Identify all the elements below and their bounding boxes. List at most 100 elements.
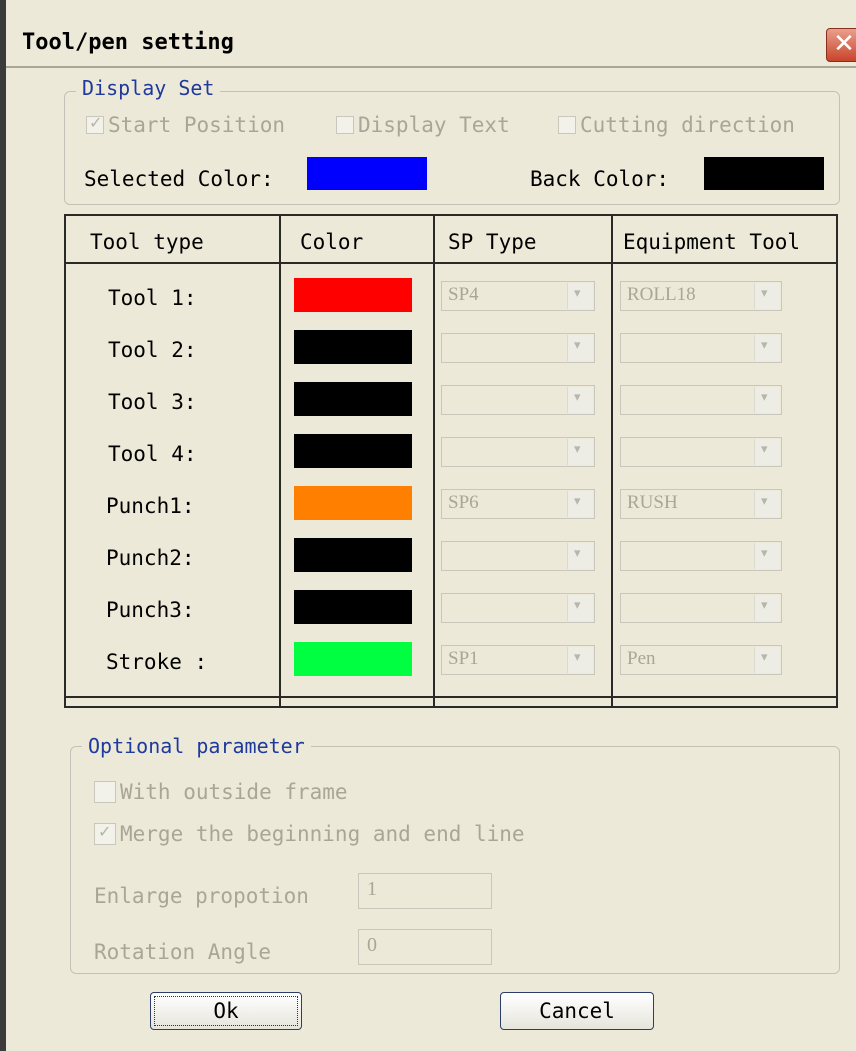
tool-row-label: Punch2: bbox=[106, 546, 195, 570]
dropdown-arrow-button[interactable]: ▾ bbox=[754, 543, 780, 569]
cancel-label: Cancel bbox=[539, 999, 615, 1023]
close-button[interactable]: ✕ bbox=[826, 28, 856, 62]
equipment-tool-combo[interactable]: Pen ▾ bbox=[620, 645, 782, 675]
cancel-button[interactable]: Cancel bbox=[500, 992, 654, 1030]
tool-row-label: Tool 1: bbox=[108, 286, 197, 310]
back-color-label: Back Color: bbox=[530, 167, 670, 191]
tool-color-swatch[interactable] bbox=[294, 434, 412, 468]
enlarge-proportion-label: Enlarge propotion bbox=[94, 884, 309, 908]
optional-parameter-legend: Optional parameter bbox=[82, 734, 311, 758]
table-header-divider bbox=[66, 262, 836, 264]
chevron-down-icon: ▾ bbox=[574, 286, 581, 301]
equipment-tool-combo[interactable]: ▾ bbox=[620, 593, 782, 623]
display-text-label: Display Text bbox=[358, 113, 510, 137]
tool-color-swatch[interactable] bbox=[294, 590, 412, 624]
dropdown-arrow-button[interactable]: ▾ bbox=[567, 595, 593, 621]
dropdown-arrow-button[interactable]: ▾ bbox=[754, 491, 780, 517]
outside-frame-check-box[interactable] bbox=[94, 781, 116, 803]
checkmark-icon: ✓ bbox=[89, 113, 103, 132]
chevron-down-icon: ▾ bbox=[761, 286, 768, 301]
tool-color-swatch[interactable] bbox=[294, 330, 412, 364]
tool-color-swatch[interactable] bbox=[294, 486, 412, 520]
merge-lines-label: Merge the beginning and end line bbox=[120, 822, 525, 846]
chevron-down-icon: ▾ bbox=[574, 546, 581, 561]
equipment-tool-combo-value: Pen bbox=[627, 648, 656, 669]
start-position-check-box[interactable]: ✓ bbox=[86, 113, 104, 134]
ok-button[interactable]: Ok bbox=[150, 992, 302, 1030]
tool-pen-setting-dialog: Tool/pen setting ✕ Display Set ✓ Start P… bbox=[0, 0, 856, 1051]
chevron-down-icon: ▾ bbox=[574, 338, 581, 353]
outside-frame-label: With outside frame bbox=[120, 780, 348, 804]
sp-type-combo[interactable]: SP4 ▾ bbox=[441, 281, 595, 311]
equipment-tool-combo[interactable]: ▾ bbox=[620, 541, 782, 571]
equipment-tool-combo[interactable]: ▾ bbox=[620, 333, 782, 363]
dropdown-arrow-button[interactable]: ▾ bbox=[754, 283, 780, 309]
sp-type-combo[interactable]: ▾ bbox=[441, 437, 595, 467]
sp-type-combo[interactable]: ▾ bbox=[441, 541, 595, 571]
merge-lines-checkbox[interactable]: ✓ Merge the beginning and end line bbox=[94, 822, 525, 846]
equipment-tool-combo[interactable]: ROLL18 ▾ bbox=[620, 281, 782, 311]
sp-type-combo[interactable]: ▾ bbox=[441, 593, 595, 623]
tool-row-label: Stroke : bbox=[106, 650, 208, 674]
equipment-tool-combo[interactable]: ▾ bbox=[620, 385, 782, 415]
table-bottom-divider bbox=[66, 696, 836, 698]
dropdown-arrow-button[interactable]: ▾ bbox=[567, 491, 593, 517]
selected-color-label: Selected Color: bbox=[84, 167, 274, 191]
tool-row-label: Tool 2: bbox=[108, 338, 197, 362]
start-position-checkbox[interactable]: ✓ Start Position bbox=[86, 113, 285, 137]
selected-color-swatch[interactable] bbox=[307, 157, 427, 190]
tool-row-label: Punch3: bbox=[106, 598, 195, 622]
dropdown-arrow-button[interactable]: ▾ bbox=[754, 335, 780, 361]
rotation-angle-value: 0 bbox=[367, 934, 377, 956]
sp-type-combo[interactable]: SP6 ▾ bbox=[441, 489, 595, 519]
header-tool-type: Tool type bbox=[90, 230, 204, 254]
dropdown-arrow-button[interactable]: ▾ bbox=[754, 595, 780, 621]
dropdown-arrow-button[interactable]: ▾ bbox=[567, 283, 593, 309]
chevron-down-icon: ▾ bbox=[574, 390, 581, 405]
dropdown-arrow-button[interactable]: ▾ bbox=[567, 439, 593, 465]
cutting-direction-check-box[interactable] bbox=[558, 116, 576, 134]
dropdown-arrow-button[interactable]: ▾ bbox=[567, 647, 593, 673]
rotation-angle-input[interactable]: 0 bbox=[358, 929, 492, 965]
equipment-tool-combo-value: RUSH bbox=[627, 492, 678, 513]
chevron-down-icon: ▾ bbox=[574, 598, 581, 613]
equipment-tool-combo[interactable]: RUSH ▾ bbox=[620, 489, 782, 519]
dropdown-arrow-button[interactable]: ▾ bbox=[754, 647, 780, 673]
dropdown-arrow-button[interactable]: ▾ bbox=[567, 387, 593, 413]
table-divider bbox=[611, 216, 613, 706]
header-sp-type: SP Type bbox=[448, 230, 537, 254]
chevron-down-icon: ▾ bbox=[761, 442, 768, 457]
enlarge-proportion-input[interactable]: 1 bbox=[358, 873, 492, 909]
equipment-tool-combo[interactable]: ▾ bbox=[620, 437, 782, 467]
display-text-checkbox[interactable]: Display Text bbox=[336, 113, 510, 137]
dropdown-arrow-button[interactable]: ▾ bbox=[567, 543, 593, 569]
chevron-down-icon: ▾ bbox=[574, 442, 581, 457]
tool-color-swatch[interactable] bbox=[294, 382, 412, 416]
tool-color-swatch[interactable] bbox=[294, 538, 412, 572]
window-left-edge bbox=[0, 0, 6, 1051]
outside-frame-checkbox[interactable]: With outside frame bbox=[94, 780, 348, 804]
dropdown-arrow-button[interactable]: ▾ bbox=[754, 439, 780, 465]
sp-type-combo[interactable]: ▾ bbox=[441, 385, 595, 415]
tool-color-swatch[interactable] bbox=[294, 642, 412, 676]
rotation-angle-label: Rotation Angle bbox=[94, 940, 272, 964]
chevron-down-icon: ▾ bbox=[761, 598, 768, 613]
display-text-check-box[interactable] bbox=[336, 116, 354, 134]
tool-color-swatch[interactable] bbox=[294, 278, 412, 312]
header-color: Color bbox=[300, 230, 364, 254]
sp-type-combo[interactable]: SP1 ▾ bbox=[441, 645, 595, 675]
dropdown-arrow-button[interactable]: ▾ bbox=[567, 335, 593, 361]
focus-rect bbox=[154, 996, 298, 1026]
cutting-direction-checkbox[interactable]: Cutting direction bbox=[558, 113, 795, 137]
window-title: Tool/pen setting bbox=[22, 30, 234, 55]
dropdown-arrow-button[interactable]: ▾ bbox=[754, 387, 780, 413]
table-divider bbox=[433, 216, 435, 706]
back-color-swatch[interactable] bbox=[704, 157, 824, 190]
merge-lines-check-box[interactable]: ✓ bbox=[94, 822, 116, 845]
sp-type-combo[interactable]: ▾ bbox=[441, 333, 595, 363]
sp-type-combo-value: SP1 bbox=[448, 648, 479, 669]
chevron-down-icon: ▾ bbox=[761, 390, 768, 405]
display-set-legend: Display Set bbox=[76, 76, 221, 100]
chevron-down-icon: ▾ bbox=[761, 494, 768, 509]
header-equipment-tool: Equipment Tool bbox=[623, 230, 801, 254]
